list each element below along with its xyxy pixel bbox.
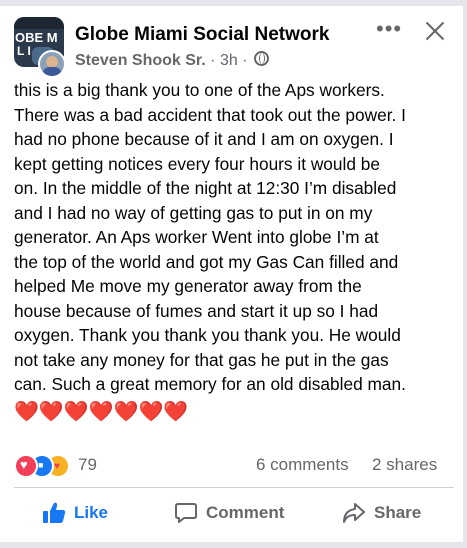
post-line: the top of the world and got my Gas Can … bbox=[14, 251, 399, 272]
post-card: OBE M L I Globe Miami Social Network Ste… bbox=[0, 0, 467, 548]
top-divider bbox=[0, 0, 463, 6]
share-label: Share bbox=[374, 503, 422, 522]
heart-emojis: ❤️❤️❤️❤️❤️❤️❤️ bbox=[14, 401, 189, 423]
reaction-count[interactable]: 79 bbox=[78, 455, 97, 475]
post-line: helped Me move my generator away from th… bbox=[14, 276, 362, 296]
post-time[interactable]: 3h bbox=[220, 52, 238, 69]
author-avatar[interactable] bbox=[38, 50, 66, 78]
comment-label: Comment bbox=[206, 503, 285, 522]
thumbs-up-icon bbox=[42, 502, 66, 524]
more-options-icon[interactable]: ••• bbox=[376, 18, 404, 42]
author-name[interactable]: Steven Shook Sr. bbox=[75, 52, 206, 69]
post-line: generator. An Aps worker Went into globe… bbox=[14, 227, 379, 247]
meta-separator: · bbox=[210, 52, 216, 69]
comment-button[interactable]: Comment bbox=[174, 499, 284, 527]
share-button[interactable]: Share bbox=[342, 499, 421, 527]
post-body: this is a big thank you to one of the Ap… bbox=[14, 78, 454, 397]
post-line: can. Such a great memory for an old disa… bbox=[14, 374, 406, 394]
group-avatar-text: OBE M bbox=[15, 30, 58, 45]
post-line: and I had no way of getting gas to put i… bbox=[14, 202, 373, 223]
shares-count[interactable]: 2 shares bbox=[372, 455, 437, 475]
globe-icon bbox=[253, 51, 269, 66]
group-avatar-text-2: L I bbox=[17, 44, 31, 58]
close-icon[interactable] bbox=[424, 20, 446, 42]
post-line: not take any money for that gas he put i… bbox=[14, 349, 389, 370]
like-label: Like bbox=[74, 503, 109, 522]
post-line: oxygen. Thank you thank you thank you. H… bbox=[14, 325, 401, 345]
post-line: kept getting notices every four hours it… bbox=[14, 153, 380, 174]
meta-separator-2: · bbox=[242, 52, 248, 69]
comment-icon bbox=[174, 501, 198, 525]
action-divider bbox=[14, 487, 454, 488]
post-line: There was a bad accident that took out t… bbox=[14, 104, 406, 125]
like-button[interactable]: Like bbox=[42, 499, 108, 527]
comments-count[interactable]: 6 comments bbox=[256, 455, 349, 475]
share-icon bbox=[342, 502, 366, 524]
post-line: this is a big thank you to one of the Ap… bbox=[14, 80, 385, 100]
group-name[interactable]: Globe Miami Social Network bbox=[75, 24, 329, 46]
post-line: house because of fumes and start it up s… bbox=[14, 300, 379, 321]
love-icon bbox=[14, 454, 38, 478]
post-line: on. In the middle of the night at 12:30 … bbox=[14, 178, 397, 198]
post-meta: Steven Shook Sr. · 3h · bbox=[75, 51, 269, 70]
post-line: had no phone because of it and I am on o… bbox=[14, 129, 394, 149]
